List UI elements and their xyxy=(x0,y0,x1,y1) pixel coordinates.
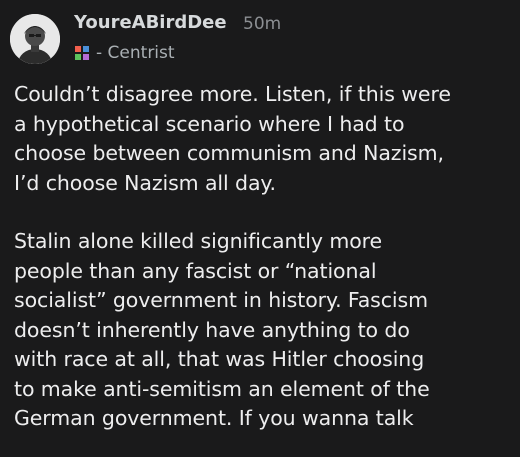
comment-body: Couldn’t disagree more. Listen, if this … xyxy=(14,80,514,434)
user-avatar[interactable] xyxy=(10,14,60,64)
flair-label: Centrist xyxy=(107,43,175,63)
comment-card: YoureABirdDee 50m - Centrist Couldn’t di… xyxy=(0,0,520,457)
username-link[interactable]: YoureABirdDee xyxy=(74,12,227,34)
flair-separator: - xyxy=(96,43,108,63)
avatar-icon xyxy=(10,14,60,64)
comment-timestamp: 50m xyxy=(243,14,282,34)
comment-paragraph-2: Stalin alone killed significantly more p… xyxy=(14,229,430,430)
comment-paragraph-1: Couldn’t disagree more. Listen, if this … xyxy=(14,82,451,195)
political-compass-icon xyxy=(75,46,89,60)
user-flair: - Centrist xyxy=(96,42,175,64)
